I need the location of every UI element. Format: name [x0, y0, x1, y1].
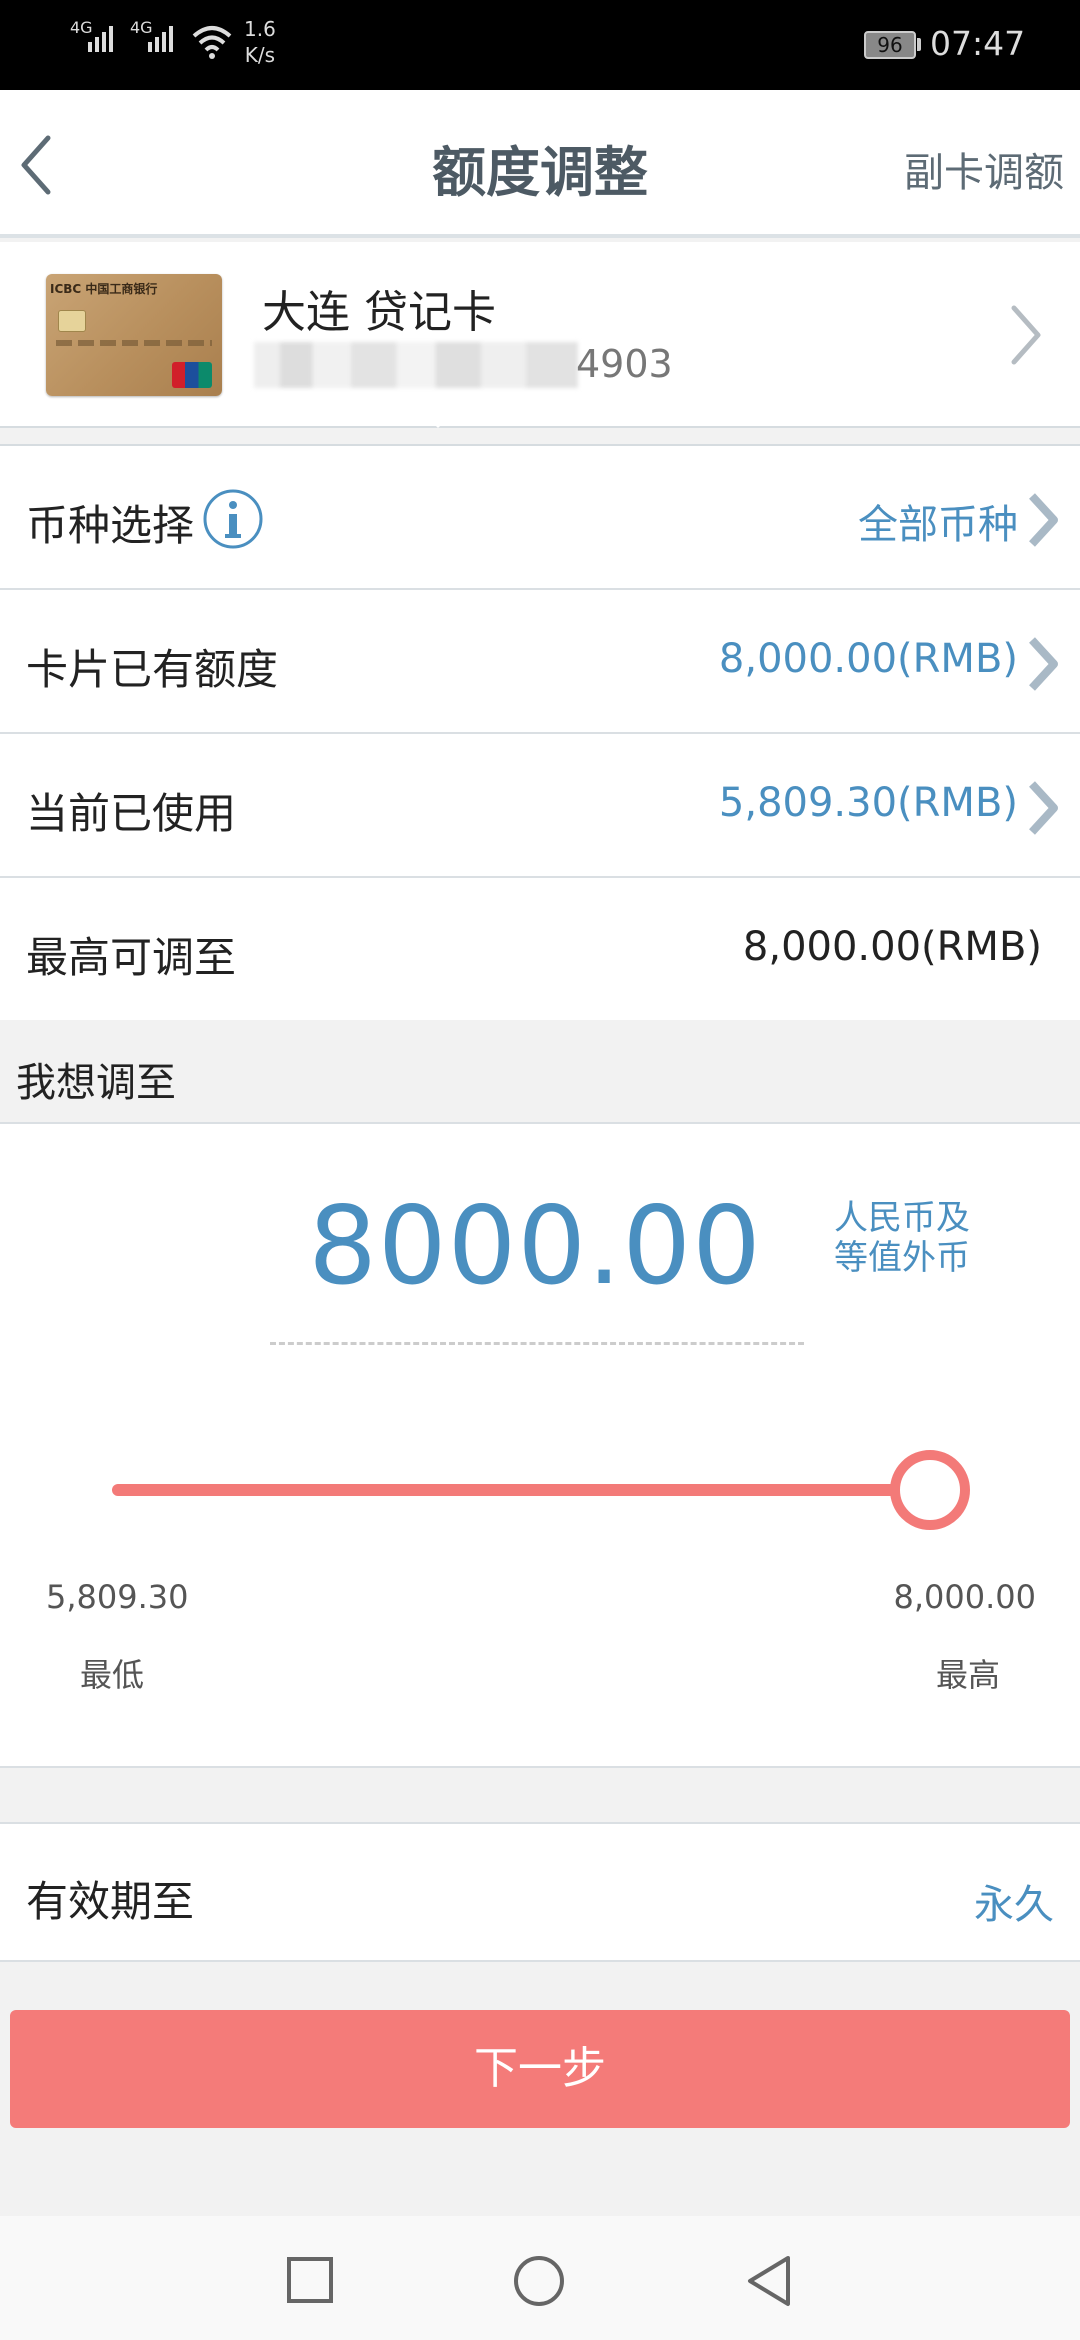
- adjust-section-title: 我想调至: [16, 1060, 176, 1106]
- card-digits: [56, 340, 212, 346]
- validity-label: 有效期至: [26, 1877, 195, 1926]
- chevron-right-icon[interactable]: [1024, 636, 1064, 692]
- slider-min-value: 5,809.30: [46, 1578, 189, 1616]
- slider-max-value: 8,000.00: [893, 1578, 1037, 1616]
- currency-row[interactable]: 币种选择 全部币种: [0, 446, 1080, 590]
- used-value: 5,809.30(RMB): [718, 780, 1018, 826]
- battery-tip: [917, 38, 921, 51]
- secondary-card-adjust-link[interactable]: 副卡调额: [904, 140, 1064, 198]
- limit-slider-thumb[interactable]: [890, 1450, 970, 1530]
- signal-icon: [148, 26, 173, 52]
- validity-value[interactable]: 永久: [974, 1872, 1054, 1930]
- next-step-button[interactable]: 下一步: [10, 2010, 1070, 2128]
- back-nav-icon[interactable]: [744, 2254, 794, 2308]
- home-icon[interactable]: [512, 2254, 566, 2308]
- card-name: 大连 贷记卡: [262, 287, 496, 338]
- max-limit-label: 最高可调至: [26, 933, 237, 982]
- card-image: ICBC 中国工商银行: [46, 274, 222, 396]
- chevron-right-icon[interactable]: [1024, 780, 1064, 836]
- max-limit-row: 最高可调至 8,000.00(RMB): [0, 878, 1080, 1022]
- slider-max-label: 最高: [935, 1656, 1000, 1694]
- status-bar: 4G 4G 1.6 K/s 96 07:47: [0, 0, 1080, 90]
- unionpay-logo: [172, 362, 212, 388]
- currency-label: 币种选择: [26, 501, 195, 550]
- header: 额度调整 副卡调额: [0, 90, 1080, 238]
- chevron-right-icon[interactable]: [1006, 300, 1046, 370]
- battery-icon: 96: [864, 31, 916, 59]
- validity-row[interactable]: 有效期至 永久: [0, 1822, 1080, 1962]
- card-number-masked: [254, 342, 578, 388]
- speed-value: 1.6: [244, 17, 276, 41]
- chevron-right-icon[interactable]: [1024, 492, 1064, 548]
- currency-note: 人民币及 等值外币: [834, 1198, 970, 1278]
- system-nav-bar: [0, 2216, 1080, 2340]
- limit-slider-track[interactable]: [112, 1484, 930, 1496]
- speed-unit: K/s: [244, 43, 276, 67]
- amount-underline: [270, 1342, 804, 1345]
- signal-icon: [88, 26, 113, 52]
- currency-note-line1: 人民币及: [834, 1198, 970, 1238]
- currency-note-line2: 等值外币: [834, 1238, 970, 1278]
- used-label: 当前已使用: [26, 789, 237, 838]
- card-selector[interactable]: ICBC 中国工商银行 大连 贷记卡 4903: [0, 242, 1080, 428]
- limit-info-list: 币种选择 全部币种 卡片已有额度 8,000.00(RMB) 当前已使用 5,8…: [0, 444, 1080, 1022]
- adjust-section-header: 我想调至: [0, 1020, 1080, 1124]
- slider-min-label: 最低: [80, 1656, 145, 1694]
- network-speed: 1.6 K/s: [244, 16, 276, 68]
- existing-limit-label: 卡片已有额度: [26, 645, 279, 694]
- clock: 07:47: [930, 24, 1026, 63]
- card-bank-label: ICBC 中国工商银行: [50, 282, 158, 296]
- card-number-suffix: 4903: [576, 342, 673, 386]
- existing-limit-value: 8,000.00(RMB): [718, 636, 1018, 682]
- max-limit-value: 8,000.00(RMB): [742, 924, 1042, 970]
- existing-limit-row[interactable]: 卡片已有额度 8,000.00(RMB): [0, 590, 1080, 734]
- card-chip: [58, 310, 86, 332]
- used-row[interactable]: 当前已使用 5,809.30(RMB): [0, 734, 1080, 878]
- card-notch: [422, 412, 454, 428]
- info-icon[interactable]: [202, 488, 264, 550]
- recent-apps-icon[interactable]: [286, 2256, 334, 2304]
- wifi-icon: [192, 26, 232, 59]
- amount-panel: 8000.00 人民币及 等值外币 5,809.30 8,000.00 最低 最…: [0, 1124, 1080, 1768]
- currency-value: 全部币种: [858, 502, 1018, 548]
